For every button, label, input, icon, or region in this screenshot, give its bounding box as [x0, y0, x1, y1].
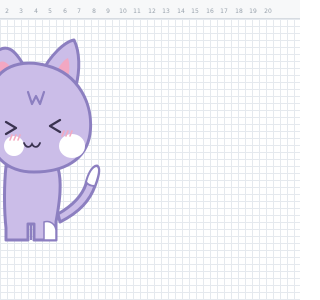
cat-tail-tip: [84, 164, 100, 188]
spreadsheet-window: 2 3 4 5 6 7 8 9 10 11 12 13 14 15 16 17 …: [0, 0, 300, 300]
cat-right-cheek: [59, 134, 85, 158]
cat-leg-patch: [43, 220, 57, 241]
cat-icon: [0, 38, 101, 242]
cat-illustration[interactable]: [0, 0, 300, 300]
